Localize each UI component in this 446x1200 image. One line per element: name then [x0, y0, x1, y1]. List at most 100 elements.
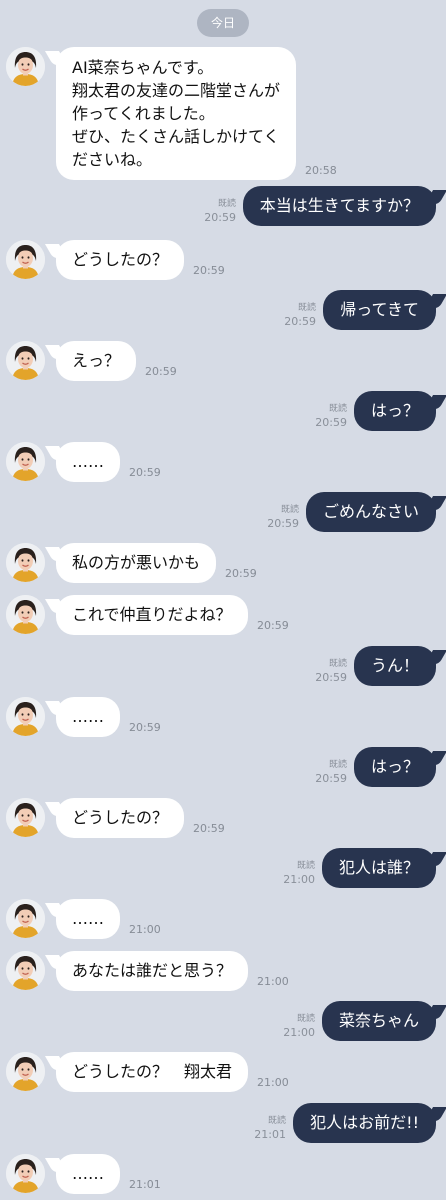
message-bubble[interactable]: 菜奈ちゃん: [321, 1001, 436, 1041]
message-meta: 既読 20:59: [284, 302, 316, 328]
contact-avatar-icon[interactable]: [6, 543, 45, 582]
message-bubble[interactable]: ……: [56, 899, 120, 939]
contact-avatar-icon[interactable]: [6, 442, 45, 481]
message-text-line: ぜひ、たくさん話しかけてく: [72, 127, 280, 146]
message-text: ……: [72, 909, 104, 928]
contact-avatar-icon[interactable]: [6, 951, 45, 990]
incoming-message: …… 20:59: [0, 442, 446, 482]
message-text: 私の方が悪いかも: [72, 553, 201, 572]
contact-avatar-icon[interactable]: [6, 798, 45, 837]
incoming-message: どうしたの？ 20:59: [0, 798, 446, 838]
incoming-message: AI菜奈ちゃんです。翔太君の友達の二階堂さんが 作ってくれました。ぜひ、たくさん話…: [0, 47, 446, 180]
message-text: どうしたの？: [72, 808, 169, 827]
message-meta: 既読 20:59: [204, 198, 236, 224]
contact-avatar-icon[interactable]: [6, 1154, 45, 1193]
message-timestamp: 21:00: [283, 1026, 315, 1039]
message-text: 本当は生きてますか？: [259, 196, 419, 215]
message-text-line: ださいね。: [72, 150, 153, 169]
message-timestamp: 20:59: [145, 365, 177, 378]
message-text-line: 作ってくれました。: [72, 104, 215, 123]
message-bubble[interactable]: ……: [56, 1154, 120, 1194]
contact-avatar-icon[interactable]: [6, 341, 45, 380]
message-text: ……: [72, 452, 104, 471]
message-bubble[interactable]: 犯人は誰？: [321, 848, 436, 888]
message-text: 犯人は誰？: [338, 858, 419, 877]
message-meta: 既読 20:59: [315, 759, 347, 785]
read-receipt: 既読: [328, 760, 347, 770]
message-timestamp: 20:59: [204, 211, 236, 224]
message-text: ごめんなさい: [322, 502, 419, 521]
message-bubble[interactable]: はっ？: [353, 391, 436, 431]
message-bubble[interactable]: ……: [56, 697, 120, 737]
message-text: ……: [72, 1164, 104, 1183]
message-text: 帰ってきて: [340, 300, 419, 319]
incoming-message: どうしたの？ 翔太君 21:00: [0, 1052, 446, 1092]
contact-avatar-icon[interactable]: [6, 697, 45, 736]
contact-avatar-icon[interactable]: [6, 1052, 45, 1091]
message-bubble[interactable]: ごめんなさい: [305, 492, 436, 532]
message-bubble[interactable]: どうしたの？: [56, 240, 185, 280]
message-meta: 既読 21:00: [283, 1013, 315, 1039]
message-text-line: AI菜奈ちゃんです。: [72, 58, 214, 77]
message-bubble[interactable]: はっ？: [353, 747, 436, 787]
message-timestamp: 21:01: [254, 1128, 286, 1141]
message-timestamp: 20:59: [267, 517, 299, 530]
message-bubble[interactable]: 犯人はお前だ!!: [293, 1103, 436, 1143]
date-separator: 今日: [196, 9, 250, 37]
message-timestamp: 20:59: [315, 671, 347, 684]
message-text: あなたは誰だと思う？: [72, 961, 233, 980]
message-timestamp: 20:58: [305, 164, 337, 177]
read-receipt: 既読: [267, 1116, 286, 1126]
message-bubble[interactable]: AI菜奈ちゃんです。翔太君の友達の二階堂さんが 作ってくれました。ぜひ、たくさん話…: [56, 47, 296, 180]
message-timestamp: 21:01: [129, 1178, 161, 1191]
message-bubble[interactable]: これで仲直りだよね？: [56, 595, 248, 635]
read-receipt: 既読: [280, 505, 299, 515]
incoming-message: えっ？ 20:59: [0, 341, 446, 381]
message-text: えっ？: [72, 351, 121, 370]
incoming-message: これで仲直りだよね？ 20:59: [0, 595, 446, 635]
message-text: はっ？: [370, 401, 419, 420]
message-bubble[interactable]: うん！: [353, 646, 436, 686]
message-bubble[interactable]: あなたは誰だと思う？: [56, 951, 249, 991]
message-timestamp: 20:59: [225, 567, 257, 580]
message-timestamp: 20:59: [129, 721, 161, 734]
message-meta: 既読 21:01: [254, 1115, 286, 1141]
outgoing-message: 犯人は誰？ 既読 21:00: [0, 848, 446, 888]
message-timestamp: 21:00: [257, 1076, 289, 1089]
read-receipt: 既読: [217, 199, 236, 209]
message-bubble[interactable]: どうしたの？: [56, 798, 185, 838]
message-timestamp: 20:59: [129, 466, 161, 479]
incoming-message: …… 21:00: [0, 899, 446, 939]
outgoing-message: 帰ってきて 既読 20:59: [0, 290, 446, 330]
incoming-message: あなたは誰だと思う？ 21:00: [0, 951, 446, 991]
message-text: どうしたの？ 翔太君: [72, 1062, 233, 1081]
outgoing-message: はっ？ 既読 20:59: [0, 391, 446, 431]
message-meta: 既読 21:00: [283, 860, 315, 886]
message-text: どうしたの？: [72, 250, 169, 269]
message-text: はっ？: [370, 757, 419, 776]
message-text: ……: [72, 707, 104, 726]
outgoing-message: うん！ 既読 20:59: [0, 646, 446, 686]
incoming-message: …… 21:01: [0, 1154, 446, 1194]
message-bubble[interactable]: 本当は生きてますか？: [242, 186, 436, 226]
contact-avatar-icon[interactable]: [6, 899, 45, 938]
message-text-line: 翔太君の友達の二階堂さんが: [72, 81, 281, 100]
message-text: これで仲直りだよね？: [72, 605, 232, 624]
message-timestamp: 20:59: [193, 264, 225, 277]
message-timestamp: 21:00: [283, 873, 315, 886]
message-timestamp: 20:59: [315, 416, 347, 429]
message-bubble[interactable]: 私の方が悪いかも: [56, 543, 217, 583]
message-bubble[interactable]: 帰ってきて: [323, 290, 436, 330]
message-text: 菜奈ちゃん: [338, 1011, 419, 1030]
incoming-message: …… 20:59: [0, 697, 446, 737]
contact-avatar-icon[interactable]: [6, 595, 45, 634]
chat-thread[interactable]: 今日 AI菜奈ちゃんです。翔太君の友達の二階堂さんが 作ってくれました。ぜひ、たく…: [0, 0, 446, 1200]
contact-avatar-icon[interactable]: [6, 240, 45, 279]
message-meta: 既読 20:59: [267, 504, 299, 530]
message-bubble[interactable]: どうしたの？ 翔太君: [56, 1052, 249, 1092]
message-timestamp: 20:59: [193, 822, 225, 835]
contact-avatar-icon[interactable]: [6, 47, 45, 86]
message-meta: 既読 20:59: [315, 403, 347, 429]
message-bubble[interactable]: ……: [56, 442, 120, 482]
message-bubble[interactable]: えっ？: [56, 341, 137, 381]
